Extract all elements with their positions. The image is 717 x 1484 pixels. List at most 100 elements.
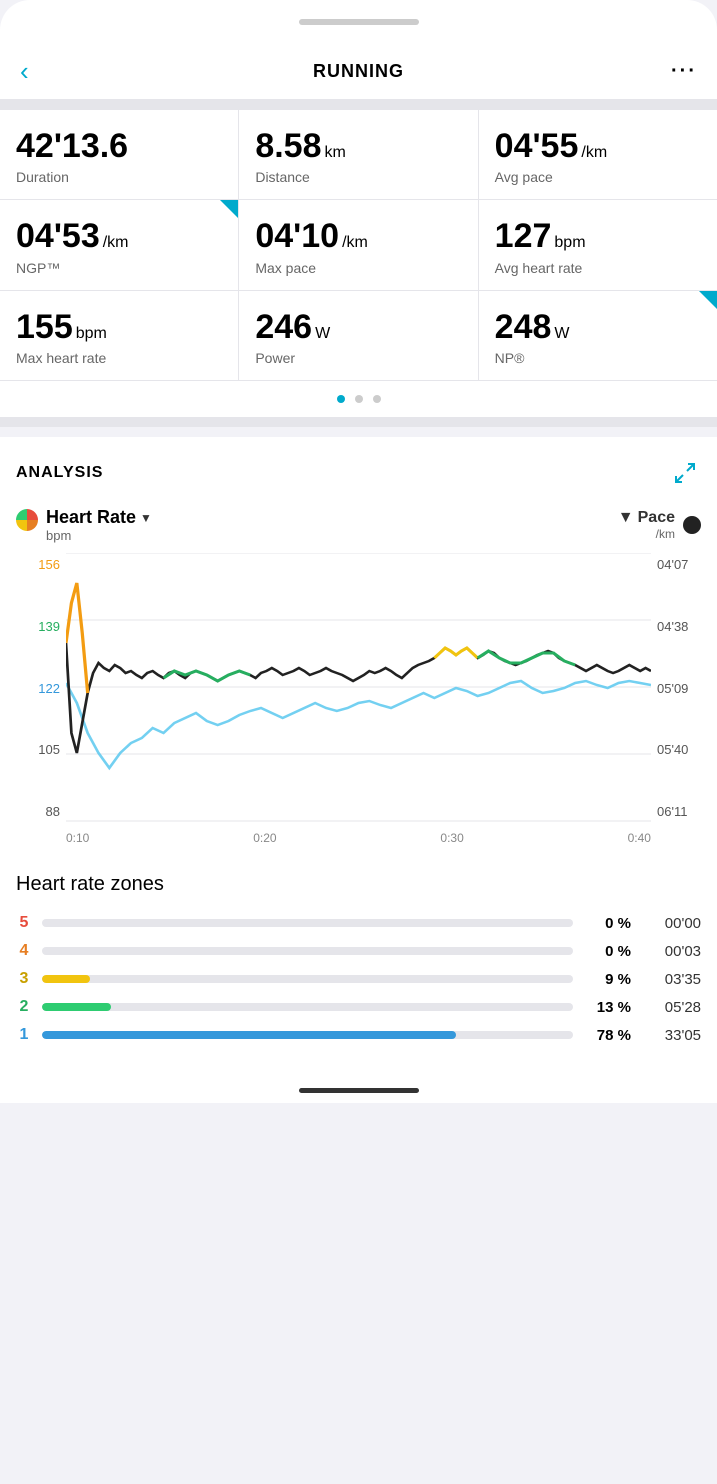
metrics-grid: 42'13.6 Duration 8.58km Distance 04'55/k… xyxy=(0,110,717,381)
legend-right: ▼ Pace /km xyxy=(618,509,701,541)
zone-row-5: 5 0 % 00'00 xyxy=(16,914,701,932)
x-label-3: 0:40 xyxy=(628,831,651,845)
y-label-122: 122 xyxy=(16,681,66,696)
ngp-label: NGP™ xyxy=(16,260,222,276)
pagination-dots xyxy=(0,381,717,417)
metric-distance: 8.58km Distance xyxy=(239,110,478,199)
power-label: Power xyxy=(255,350,461,366)
zone-3-number: 3 xyxy=(16,970,32,988)
pace-label[interactable]: ▼ Pace xyxy=(618,509,675,527)
zone-3-time: 03'35 xyxy=(641,971,701,988)
y-label-pace-2: 04'38 xyxy=(651,619,701,634)
notch xyxy=(299,19,419,25)
metric-duration: 42'13.6 Duration xyxy=(0,110,239,199)
zone-1-bar-container xyxy=(42,1031,573,1039)
zone-1-time: 33'05 xyxy=(641,1027,701,1044)
y-label-156: 156 xyxy=(16,557,66,572)
zone-4-percent: 0 % xyxy=(583,943,631,960)
y-label-88: 88 xyxy=(16,804,66,819)
x-axis: 0:10 0:20 0:30 0:40 xyxy=(66,823,651,853)
page-title: RUNNING xyxy=(313,61,404,82)
y-label-pace-1: 04'07 xyxy=(651,557,701,572)
avg-pace-value: 04'55/km xyxy=(495,128,701,165)
home-bar xyxy=(299,1088,419,1093)
metric-max-pace: 04'10/km Max pace xyxy=(239,200,478,289)
dot-2[interactable] xyxy=(355,395,363,403)
np-label: NP® xyxy=(495,350,701,366)
heart-rate-label[interactable]: Heart Rate ▼ xyxy=(46,507,152,528)
back-button[interactable]: ‹ xyxy=(20,56,60,87)
x-label-2: 0:30 xyxy=(440,831,463,845)
metrics-row-1: 42'13.6 Duration 8.58km Distance 04'55/k… xyxy=(0,110,717,200)
home-indicator xyxy=(0,1074,717,1103)
analysis-header: ANALYSIS xyxy=(16,457,701,489)
metric-ngp: 04'53/km NGP™ xyxy=(0,200,239,289)
zone-2-bar-container xyxy=(42,1003,573,1011)
max-pace-value: 04'10/km xyxy=(255,218,461,255)
dot-1[interactable] xyxy=(337,395,345,403)
max-hr-value: 155bpm xyxy=(16,309,222,346)
status-bar xyxy=(0,0,717,44)
zone-3-bar xyxy=(42,975,90,983)
avg-hr-value: 127bpm xyxy=(495,218,701,255)
zone-5-bar-container xyxy=(42,919,573,927)
zone-row-3: 3 9 % 03'35 xyxy=(16,970,701,988)
heart-rate-icon xyxy=(16,509,38,531)
max-pace-label: Max pace xyxy=(255,260,461,276)
zone-5-percent: 0 % xyxy=(583,915,631,932)
metric-max-hr: 155bpm Max heart rate xyxy=(0,291,239,380)
chart-area: 156 139 122 105 88 xyxy=(16,553,701,853)
nav-header: ‹ RUNNING ··· xyxy=(0,44,717,100)
metrics-row-2: 04'53/km NGP™ 04'10/km Max pace 127bpm A… xyxy=(0,200,717,290)
x-label-1: 0:20 xyxy=(253,831,276,845)
distance-value: 8.58km xyxy=(255,128,461,165)
zone-1-number: 1 xyxy=(16,1026,32,1044)
duration-label: Duration xyxy=(16,169,222,185)
zone-3-percent: 9 % xyxy=(583,971,631,988)
zone-row-4: 4 0 % 00'03 xyxy=(16,942,701,960)
y-label-pace-3: 05'09 xyxy=(651,681,701,696)
metric-np: 248W NP® xyxy=(479,291,717,380)
pace-unit: /km xyxy=(618,527,675,541)
zone-row-1: 1 78 % 33'05 xyxy=(16,1026,701,1044)
zone-4-number: 4 xyxy=(16,942,32,960)
zone-2-time: 05'28 xyxy=(641,999,701,1016)
y-label-105: 105 xyxy=(16,742,66,757)
expand-button[interactable] xyxy=(669,457,701,489)
zone-3-bar-container xyxy=(42,975,573,983)
zones-title: Heart rate zones xyxy=(16,873,701,896)
analysis-title: ANALYSIS xyxy=(16,464,103,482)
zone-1-percent: 78 % xyxy=(583,1027,631,1044)
analysis-section: ANALYSIS Heart Rate ▼ bpm xyxy=(0,437,717,853)
chart-svg xyxy=(66,553,651,823)
avg-hr-label: Avg heart rate xyxy=(495,260,701,276)
distance-label: Distance xyxy=(255,169,461,185)
metric-power: 246W Power xyxy=(239,291,478,380)
x-label-0: 0:10 xyxy=(66,831,89,845)
metrics-row-3: 155bpm Max heart rate 246W Power 248W NP… xyxy=(0,291,717,381)
y-label-139: 139 xyxy=(16,619,66,634)
y-label-pace-4: 05'40 xyxy=(651,742,701,757)
max-hr-label: Max heart rate xyxy=(16,350,222,366)
y-axis-left: 156 139 122 105 88 xyxy=(16,553,66,823)
dot-3[interactable] xyxy=(373,395,381,403)
zone-4-time: 00'03 xyxy=(641,943,701,960)
np-value: 248W xyxy=(495,309,701,346)
chevron-down-icon: ▼ xyxy=(140,511,152,525)
legend-right-text: ▼ Pace /km xyxy=(618,509,675,541)
pace-dot xyxy=(683,516,701,534)
zone-2-number: 2 xyxy=(16,998,32,1016)
triangle-indicator-2 xyxy=(699,291,717,309)
middle-divider xyxy=(0,417,717,427)
y-label-pace-5: 06'11 xyxy=(651,804,701,819)
triangle-indicator-1 xyxy=(220,200,238,218)
zone-row-2: 2 13 % 05'28 xyxy=(16,998,701,1016)
duration-value: 42'13.6 xyxy=(16,128,222,165)
legend-left: Heart Rate ▼ bpm xyxy=(16,507,152,543)
more-button[interactable]: ··· xyxy=(657,60,697,83)
metric-avg-pace: 04'55/km Avg pace xyxy=(479,110,717,199)
chart-legend: Heart Rate ▼ bpm ▼ Pace /km xyxy=(16,507,701,543)
chevron-down-icon-pace: ▼ xyxy=(618,509,634,527)
zone-1-bar xyxy=(42,1031,456,1039)
zone-2-percent: 13 % xyxy=(583,999,631,1016)
